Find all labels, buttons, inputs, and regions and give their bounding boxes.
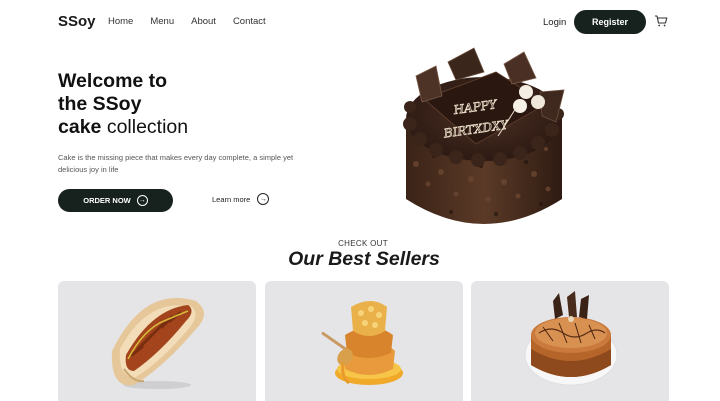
product-card-honey-cake[interactable] xyxy=(265,281,463,401)
hero-title-light: collection xyxy=(106,116,189,138)
brand-logo[interactable]: SSoy xyxy=(58,13,96,30)
caramel-cake-image xyxy=(524,291,618,386)
hot-dog-image xyxy=(111,297,204,389)
hero-description: Cake is the missing piece that makes eve… xyxy=(58,153,294,174)
nav-link-home[interactable]: Home xyxy=(108,16,133,27)
hero-title: Welcome to the SSoy cake collection xyxy=(58,70,188,139)
login-link[interactable]: Login xyxy=(543,17,566,28)
cart-icon[interactable] xyxy=(654,14,668,28)
nav-link-contact[interactable]: Contact xyxy=(233,16,266,27)
arrow-right-circle-icon: → xyxy=(257,193,270,205)
order-now-button[interactable]: ORDER NOW → xyxy=(58,189,173,212)
top-navigation: SSoy Home Menu About Contact Login Regis… xyxy=(0,0,720,44)
learn-more-label: Learn more xyxy=(212,194,251,204)
hero-title-line-1: Welcome to xyxy=(58,70,168,92)
arrow-right-circle-icon: → xyxy=(136,195,148,206)
nav-link-about[interactable]: About xyxy=(191,16,216,27)
hero-title-line-2: the SSoy xyxy=(58,93,142,115)
product-card-caramel-cake[interactable] xyxy=(471,281,669,401)
order-now-label: ORDER NOW xyxy=(83,196,131,205)
product-card-hot-dog[interactable] xyxy=(58,281,256,401)
section-kicker: CHECK OUT xyxy=(338,239,388,248)
nav-links: Home Menu About Contact xyxy=(108,16,283,27)
learn-more-link[interactable]: Learn more → xyxy=(212,193,270,205)
chocolate-birthday-cake-image: HAPPY BIRTXDXY xyxy=(403,47,565,224)
hero-title-bold: cake xyxy=(58,116,107,138)
section-title: Our Best Sellers xyxy=(288,248,440,270)
honey-cake-image xyxy=(321,301,403,385)
hero-title-line-3: cake collection xyxy=(58,116,188,139)
nav-link-menu[interactable]: Menu xyxy=(150,16,174,27)
register-button[interactable]: Register xyxy=(574,10,646,34)
